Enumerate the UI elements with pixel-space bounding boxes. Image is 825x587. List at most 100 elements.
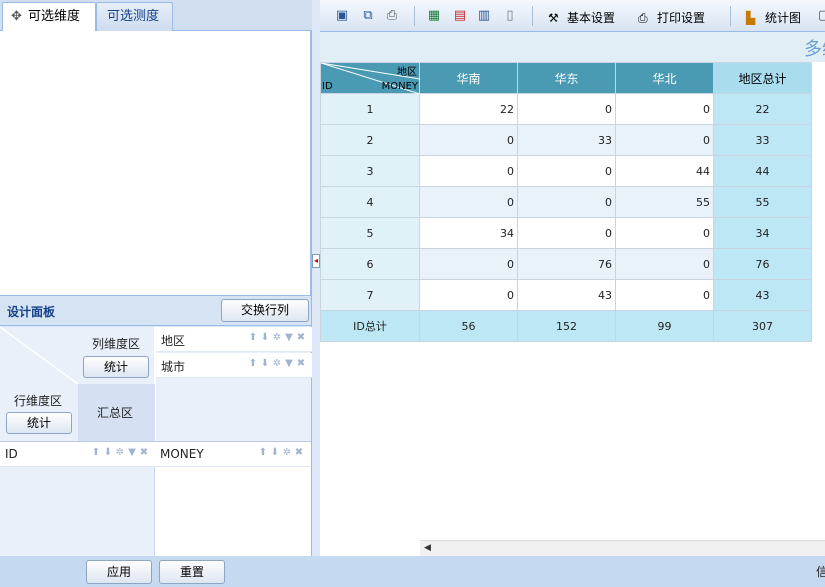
row-total-cell: 34: [713, 217, 812, 249]
data-cell: 44: [615, 155, 714, 187]
data-cell: 0: [517, 93, 616, 125]
column-total-header: 地区总计: [713, 62, 812, 94]
corner-row-label: ID: [322, 81, 333, 92]
save-icon[interactable]: ▣: [334, 8, 350, 24]
arrow-up-icon[interactable]: ⬆: [91, 447, 103, 458]
row-stat-button[interactable]: 统计: [6, 412, 72, 434]
print-settings-button[interactable]: ⎙ 打印设置: [638, 9, 705, 26]
column-header[interactable]: 华南: [419, 62, 518, 94]
column-header[interactable]: 华东: [517, 62, 616, 94]
row-header[interactable]: 3: [320, 155, 420, 187]
field-name: 城市: [161, 360, 186, 374]
row-header[interactable]: 2: [320, 124, 420, 156]
design-panel-header: 设计面板 交换行列: [0, 296, 311, 326]
panel-splitter[interactable]: [312, 0, 320, 556]
column-field[interactable]: 城市 ⬆ ⬇ ✲ ▼ ✖: [156, 353, 312, 378]
field-name: 地区: [161, 334, 186, 348]
table-row: 1 22 0 0 22: [320, 93, 812, 125]
close-icon[interactable]: ✖: [296, 358, 308, 369]
corner-column-label: 地区: [397, 67, 417, 78]
tools-icon: ⚒: [548, 11, 559, 25]
close-icon[interactable]: ✖: [294, 447, 306, 458]
arrow-down-icon[interactable]: ⬇: [103, 447, 115, 458]
scroll-left-icon[interactable]: ◀: [424, 543, 431, 553]
measure-fields-zone[interactable]: MONEY ⬆ ⬇ ✲ ✖: [155, 441, 311, 556]
row-header[interactable]: 4: [320, 186, 420, 218]
table-row: 7 0 43 0 43: [320, 279, 812, 311]
data-cell: 22: [419, 93, 518, 125]
gear-icon[interactable]: ✲: [115, 447, 127, 458]
data-cell: 0: [615, 248, 714, 280]
row-total-cell: 55: [713, 186, 812, 218]
arrow-down-icon[interactable]: ⬇: [260, 358, 272, 369]
pivot-table: 地区 ID MONEY 华南 华东 华北 地区总计 1 22 0 0 22 2 …: [320, 62, 812, 342]
summary-zone[interactable]: 汇总区: [78, 384, 155, 441]
arrow-down-icon[interactable]: ⬇: [270, 447, 282, 458]
export-excel-icon[interactable]: ▦: [426, 8, 442, 24]
filter-icon[interactable]: ▼: [284, 358, 296, 369]
data-cell: 0: [517, 217, 616, 249]
export-word-icon[interactable]: ▥: [476, 8, 492, 24]
row-total-cell: 44: [713, 155, 812, 187]
reset-button[interactable]: 重置: [159, 560, 225, 584]
row-header[interactable]: 5: [320, 217, 420, 249]
row-total-cell: 33: [713, 124, 812, 156]
filter-icon[interactable]: ▼: [127, 447, 139, 458]
basic-settings-button[interactable]: ⚒ 基本设置: [548, 9, 615, 26]
arrow-up-icon[interactable]: ⬆: [248, 358, 260, 369]
column-fields-zone[interactable]: 地区 ⬆ ⬇ ✲ ▼ ✖ 城市 ⬆ ⬇ ✲ ▼ ✖: [155, 327, 312, 441]
arrow-up-icon[interactable]: ⬆: [258, 447, 270, 458]
more-icon[interactable]: ▢: [816, 8, 825, 24]
print-icon[interactable]: ⎙: [384, 8, 400, 24]
gear-icon[interactable]: ✲: [282, 447, 294, 458]
tab-measures[interactable]: 可选测度: [96, 2, 173, 31]
data-cell: 0: [615, 279, 714, 311]
data-cell: 0: [419, 124, 518, 156]
close-icon[interactable]: ✖: [139, 447, 151, 458]
data-cell: 43: [517, 279, 616, 311]
column-stat-button[interactable]: 统计: [83, 356, 149, 378]
totals-row-label[interactable]: ID总计: [320, 310, 420, 342]
gear-icon[interactable]: ✲: [272, 332, 284, 343]
column-total-cell: 56: [419, 310, 518, 342]
toolbar-separator: [414, 6, 415, 26]
table-row: 5 34 0 0 34: [320, 217, 812, 249]
swap-rows-cols-button[interactable]: 交换行列: [221, 299, 309, 322]
arrow-down-icon[interactable]: ⬇: [260, 332, 272, 343]
column-total-cell: 152: [517, 310, 616, 342]
bottom-bar: 应用 重置 信: [0, 556, 825, 587]
basic-settings-label: 基本设置: [567, 11, 616, 25]
row-fields-zone[interactable]: ID ⬆ ⬇ ✲ ▼ ✖: [0, 441, 155, 556]
dimension-list[interactable]: [0, 31, 311, 296]
row-header[interactable]: 7: [320, 279, 420, 311]
arrow-up-icon[interactable]: ⬆: [248, 332, 260, 343]
data-cell: 0: [419, 186, 518, 218]
export-pdf-icon[interactable]: ▤: [452, 8, 468, 24]
export-text-icon[interactable]: ▯: [502, 8, 518, 24]
row-header[interactable]: 1: [320, 93, 420, 125]
save-as-icon[interactable]: ⧉: [360, 8, 376, 24]
tab-dimensions[interactable]: ✥ 可选维度: [2, 2, 96, 32]
gear-icon[interactable]: ✲: [272, 358, 284, 369]
tab-measures-label: 可选测度: [107, 9, 160, 24]
collapse-handle-icon[interactable]: ◂: [312, 254, 320, 268]
horizontal-scrollbar[interactable]: ◀: [420, 540, 825, 556]
row-header[interactable]: 6: [320, 248, 420, 280]
chart-button[interactable]: ▙ 统计图: [746, 9, 801, 26]
tab-dimensions-label: 可选维度: [28, 9, 81, 24]
measure-field[interactable]: MONEY ⬆ ⬇ ✲ ✖: [155, 442, 310, 467]
row-field[interactable]: ID ⬆ ⬇ ✲ ▼ ✖: [0, 442, 155, 467]
data-cell: 55: [615, 186, 714, 218]
close-icon[interactable]: ✖: [296, 332, 308, 343]
print-settings-label: 打印设置: [657, 11, 706, 25]
column-header[interactable]: 华北: [615, 62, 714, 94]
data-cell: 0: [419, 155, 518, 187]
column-field[interactable]: 地区 ⬆ ⬇ ✲ ▼ ✖: [156, 327, 312, 352]
apply-button[interactable]: 应用: [86, 560, 152, 584]
status-text: 信: [816, 565, 825, 579]
data-cell: 34: [419, 217, 518, 249]
filter-icon[interactable]: ▼: [284, 332, 296, 343]
row-total-cell: 22: [713, 93, 812, 125]
tab-strip: ✥ 可选维度 可选测度: [0, 0, 312, 32]
data-cell: 0: [615, 124, 714, 156]
